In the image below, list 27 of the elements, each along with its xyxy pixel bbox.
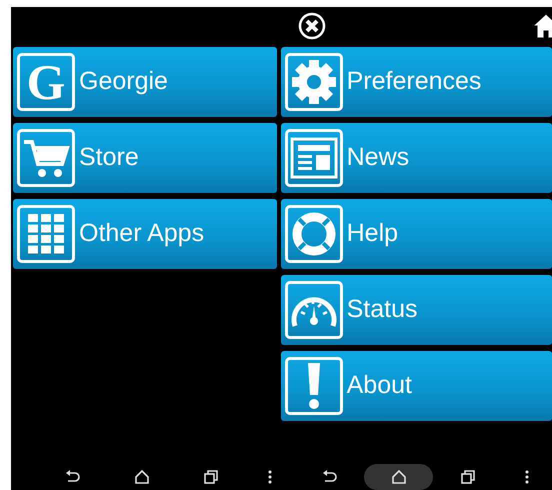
menu-icon bbox=[268, 470, 272, 484]
home-icon[interactable] bbox=[531, 12, 552, 40]
gauge-icon bbox=[284, 281, 343, 339]
recents-icon bbox=[204, 470, 218, 484]
lifebuoy-icon bbox=[284, 205, 343, 263]
newspaper-icon bbox=[284, 129, 343, 187]
app-logo-icon: G bbox=[17, 53, 75, 111]
gear-icon bbox=[284, 53, 343, 111]
recents-icon bbox=[460, 470, 474, 484]
cart-icon bbox=[17, 129, 75, 187]
menu-tile[interactable]: Other Apps bbox=[13, 199, 277, 269]
home-icon bbox=[134, 470, 148, 484]
home-icon bbox=[392, 470, 406, 484]
menu-tile[interactable]: Preferences bbox=[280, 47, 552, 117]
menu-icon bbox=[525, 470, 529, 484]
menu-tile[interactable]: G Georgie bbox=[13, 47, 277, 117]
home-button[interactable] bbox=[364, 464, 433, 490]
menu-tile[interactable]: About bbox=[280, 351, 552, 421]
grid-icon bbox=[17, 205, 75, 263]
menu-tile[interactable]: Store bbox=[13, 123, 277, 193]
menu-tile[interactable]: News bbox=[280, 123, 552, 193]
back-icon bbox=[64, 470, 80, 484]
back-icon bbox=[322, 470, 338, 484]
exclamation-icon bbox=[284, 357, 343, 415]
menu-tile[interactable]: Help bbox=[280, 199, 552, 269]
close-icon[interactable] bbox=[298, 12, 326, 40]
menu-tile[interactable]: Status bbox=[280, 275, 552, 345]
